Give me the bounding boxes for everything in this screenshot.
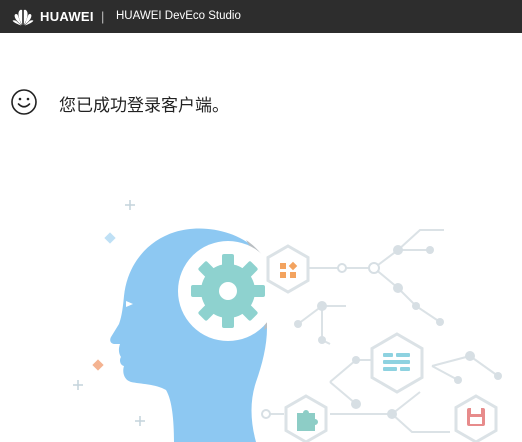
gear-icon xyxy=(178,241,278,341)
login-success-row: 您已成功登录客户端。 xyxy=(10,88,229,116)
header-separator: | xyxy=(101,9,105,24)
huawei-logo-icon xyxy=(12,9,34,26)
brand-name: HUAWEI xyxy=(40,9,94,24)
puzzle-icon xyxy=(284,394,328,442)
login-success-message: 您已成功登录客户端。 xyxy=(59,96,229,116)
illustration xyxy=(73,200,502,442)
top-bar: HUAWEI | HUAWEI DevEco Studio xyxy=(0,0,522,33)
product-name: HUAWEI DevEco Studio xyxy=(116,10,241,22)
grid-icon xyxy=(266,244,310,294)
save-icon xyxy=(454,394,498,442)
smiley-icon xyxy=(11,89,37,115)
list-icon xyxy=(370,332,424,394)
